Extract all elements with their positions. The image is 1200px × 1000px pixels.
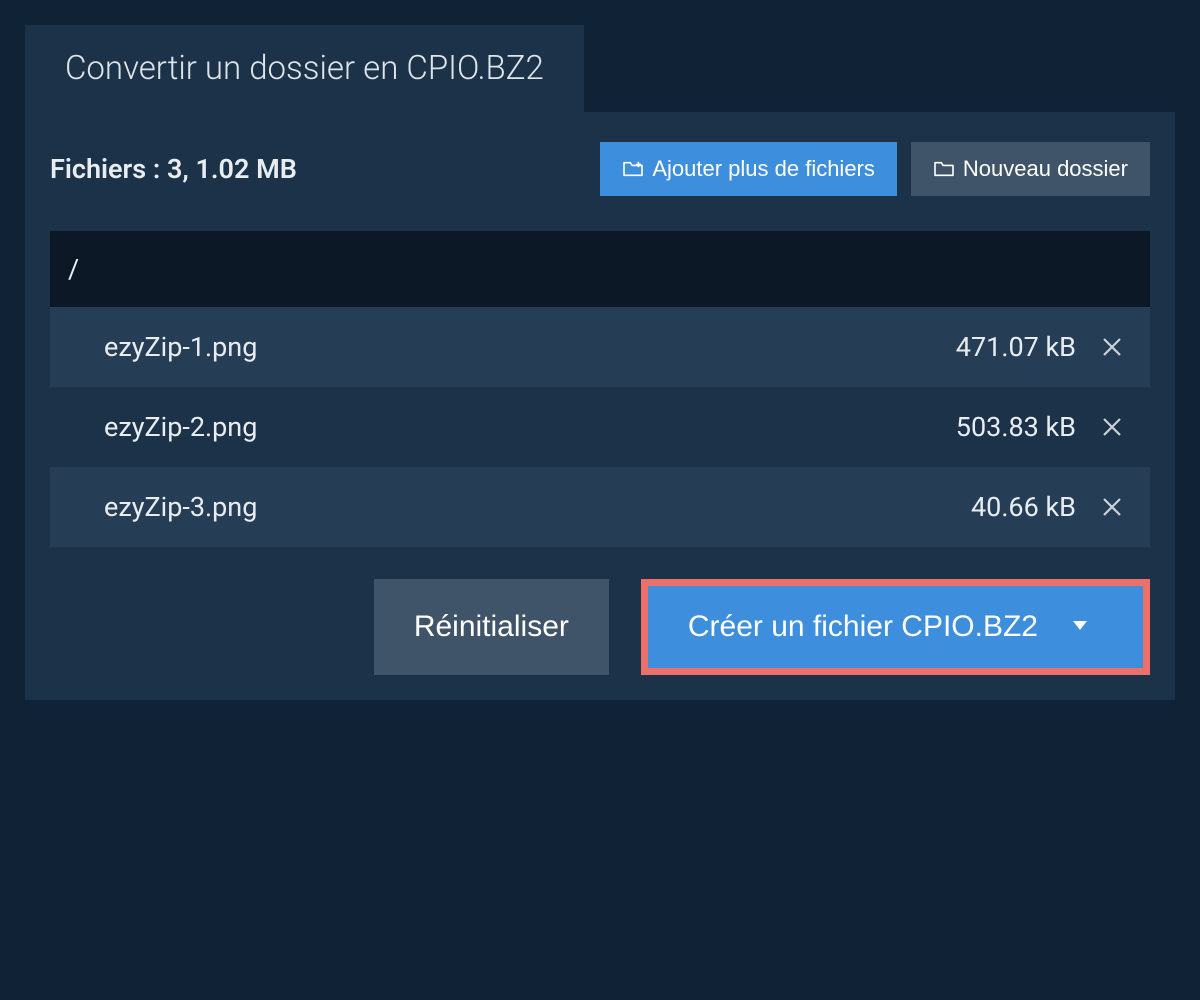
- file-row: ezyZip-3.png40.66 kB: [50, 467, 1150, 547]
- summary-count: 3: [167, 153, 182, 185]
- file-size: 40.66 kB: [971, 491, 1076, 523]
- file-name: ezyZip-2.png: [104, 411, 956, 443]
- create-button-label: Créer un fichier CPIO.BZ2: [688, 610, 1038, 644]
- reset-button[interactable]: Réinitialiser: [374, 579, 609, 675]
- file-list: / ezyZip-1.png471.07 kBezyZip-2.png503.8…: [50, 231, 1150, 547]
- new-folder-button[interactable]: Nouveau dossier: [911, 142, 1150, 196]
- file-summary: Fichiers : 3, 1.02 MB: [50, 153, 297, 185]
- action-bar: Réinitialiser Créer un fichier CPIO.BZ2: [50, 579, 1150, 675]
- tab-title: Convertir un dossier en CPIO.BZ2: [25, 25, 584, 112]
- main-panel: Fichiers : 3, 1.02 MB Ajouter plus de fi…: [25, 112, 1175, 700]
- summary-label: Fichiers :: [50, 153, 160, 185]
- toolbar: Fichiers : 3, 1.02 MB Ajouter plus de fi…: [50, 142, 1150, 196]
- new-folder-label: Nouveau dossier: [963, 156, 1128, 182]
- remove-file-icon[interactable]: [1096, 411, 1128, 443]
- file-size: 503.83 kB: [956, 411, 1076, 443]
- file-row: ezyZip-2.png503.83 kB: [50, 387, 1150, 467]
- folder-plus-icon: [622, 160, 644, 178]
- create-button-highlight: Créer un fichier CPIO.BZ2: [641, 579, 1150, 675]
- app-container: Convertir un dossier en CPIO.BZ2 Fichier…: [0, 0, 1200, 725]
- add-files-label: Ajouter plus de fichiers: [652, 156, 875, 182]
- remove-file-icon[interactable]: [1096, 331, 1128, 363]
- folder-icon: [933, 160, 955, 178]
- remove-file-icon[interactable]: [1096, 491, 1128, 523]
- file-name: ezyZip-1.png: [104, 331, 956, 363]
- toolbar-buttons: Ajouter plus de fichiers Nouveau dossier: [600, 142, 1150, 196]
- create-archive-button[interactable]: Créer un fichier CPIO.BZ2: [648, 586, 1143, 668]
- file-name: ezyZip-3.png: [104, 491, 971, 523]
- dropdown-caret-icon: [1073, 618, 1087, 636]
- file-row: ezyZip-1.png471.07 kB: [50, 307, 1150, 387]
- add-files-button[interactable]: Ajouter plus de fichiers: [600, 142, 897, 196]
- path-row[interactable]: /: [50, 231, 1150, 307]
- file-size: 471.07 kB: [956, 331, 1076, 363]
- summary-size: 1.02 MB: [195, 153, 296, 185]
